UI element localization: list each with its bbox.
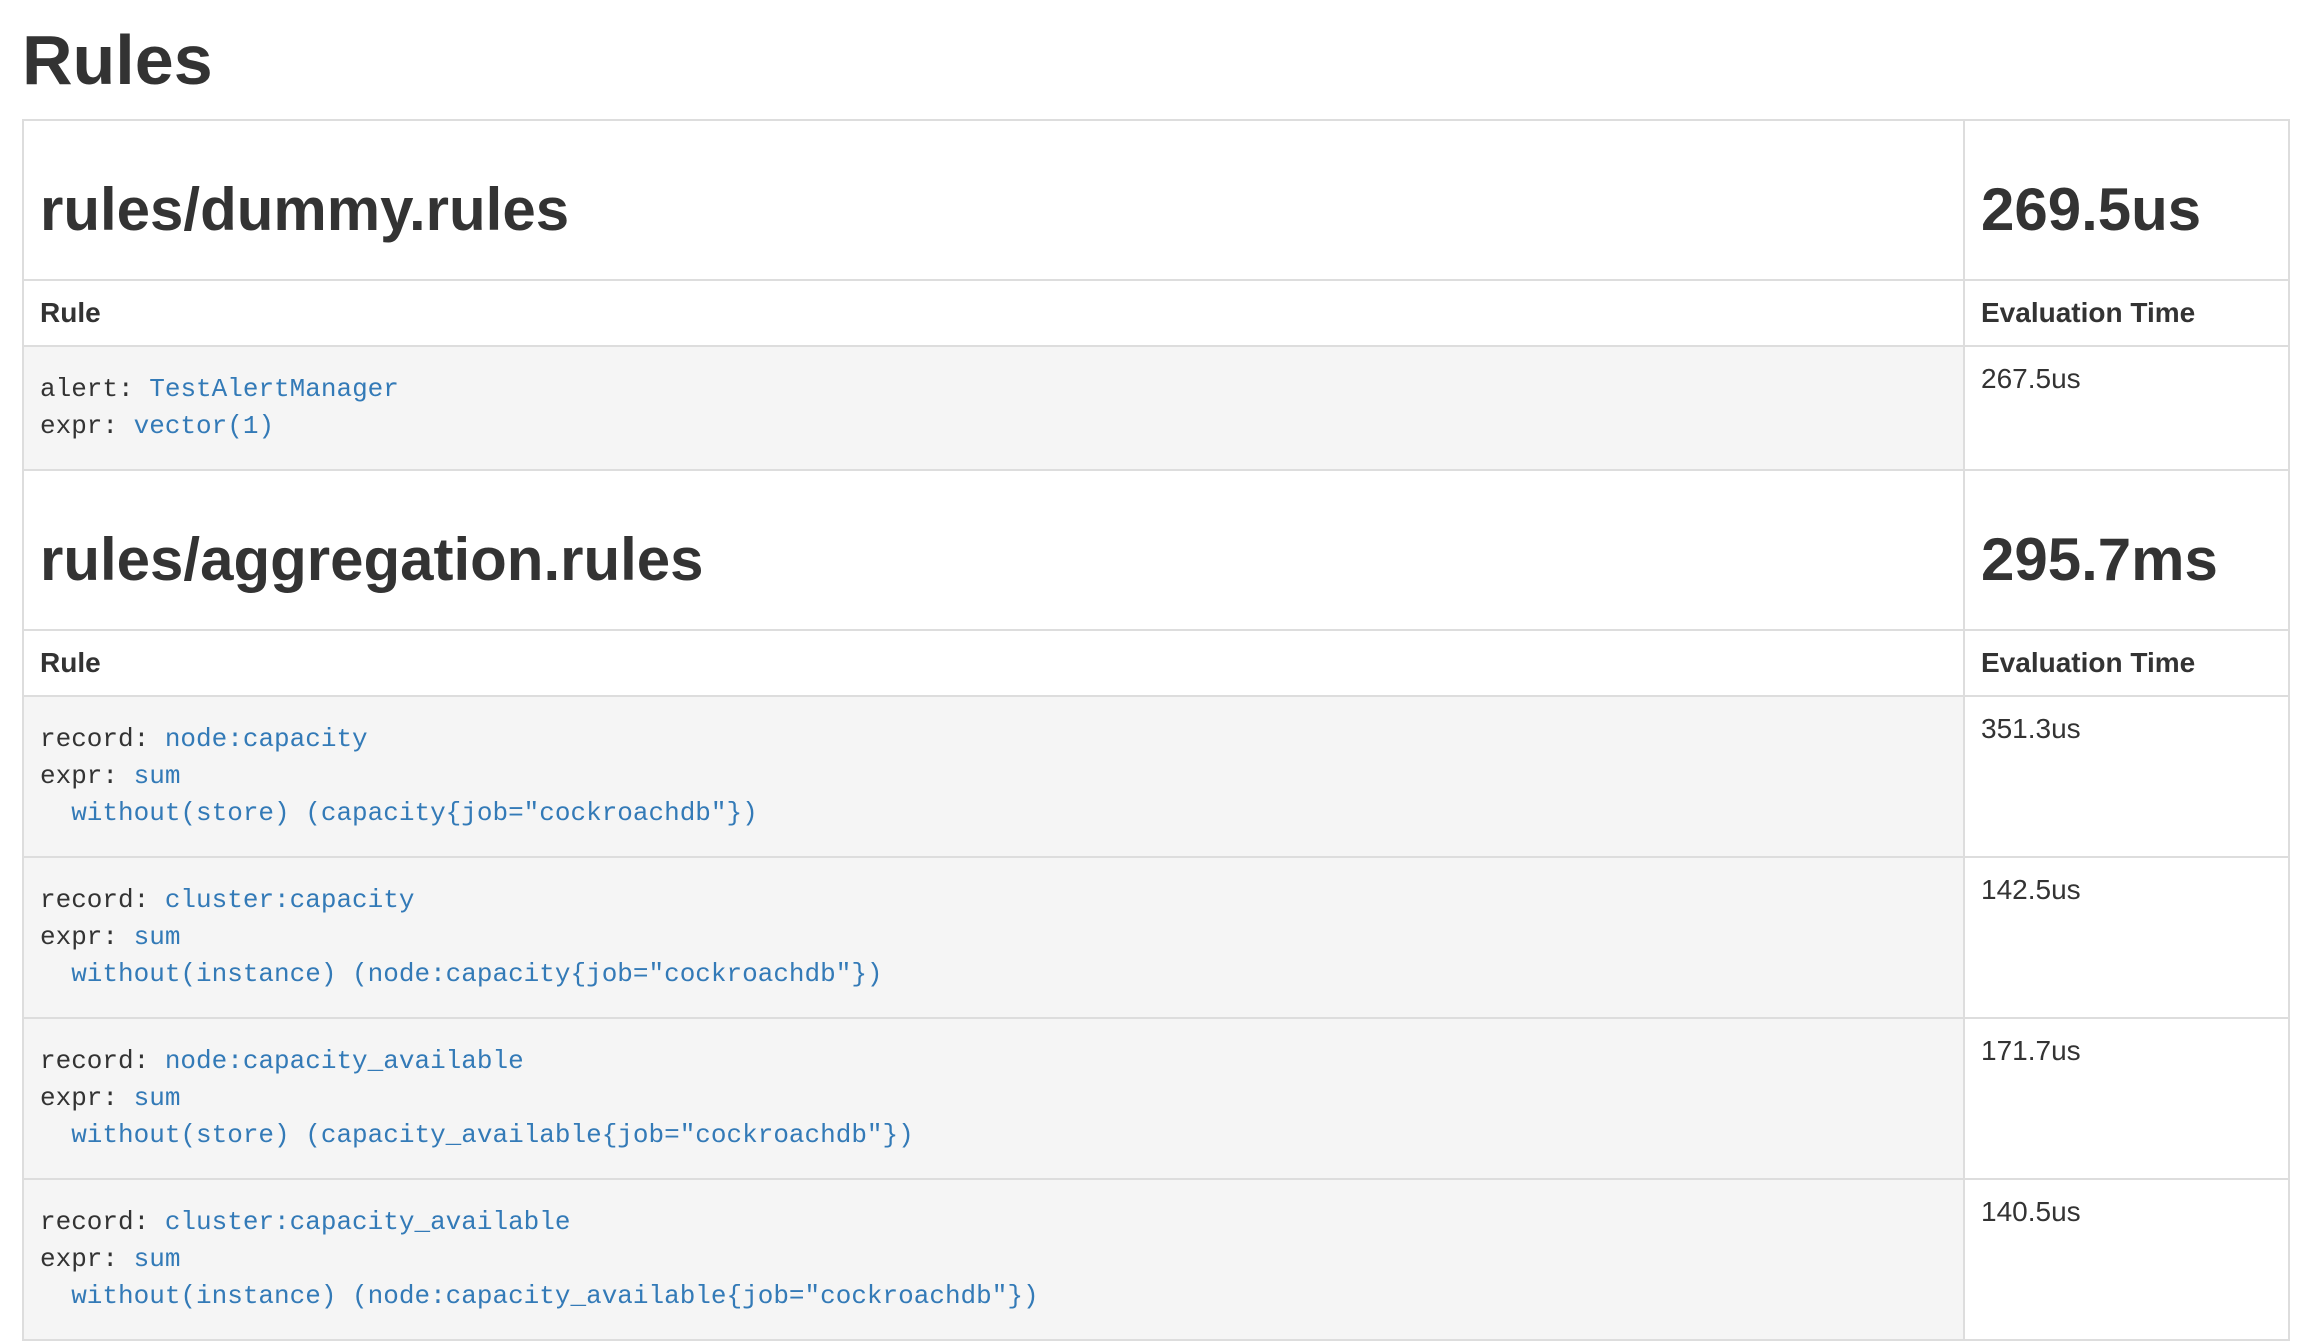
rule-row: record: node:capacity expr: sum without(… [23, 696, 2289, 857]
rule-evaluation-time: 142.5us [1964, 857, 2289, 1018]
evaluation-time-column-header: Evaluation Time [1964, 630, 2289, 696]
rule-type-label: alert: [40, 374, 134, 404]
rule-definition: record: node:capacity expr: sum without(… [40, 707, 1947, 846]
rules-table: rules/dummy.rules 269.5us Rule Evaluatio… [22, 119, 2290, 1341]
rule-type-label: record: [40, 1207, 149, 1237]
rule-expr-link[interactable]: sum without(store) (capacity_available{j… [40, 1083, 914, 1150]
rules-table-body: rules/dummy.rules 269.5us Rule Evaluatio… [23, 120, 2289, 1340]
rule-definition: alert: TestAlertManager expr: vector(1) [40, 357, 1947, 459]
evaluation-time-column-header: Evaluation Time [1964, 280, 2289, 346]
rule-expr-link[interactable]: sum without(instance) (node:capacity_ava… [40, 1244, 1039, 1311]
rule-row: record: cluster:capacity expr: sum witho… [23, 857, 2289, 1018]
rule-row: record: cluster:capacity_available expr:… [23, 1179, 2289, 1340]
rule-definition: record: cluster:capacity expr: sum witho… [40, 868, 1947, 1007]
rule-row: record: node:capacity_available expr: su… [23, 1018, 2289, 1179]
expr-label: expr: [40, 922, 118, 952]
rule-column-header: Rule [23, 280, 1964, 346]
rule-expr-link[interactable]: vector(1) [134, 411, 274, 441]
rule-type-label: record: [40, 885, 149, 915]
group-evaluation-time: 269.5us [1981, 177, 2272, 243]
rule-row: alert: TestAlertManager expr: vector(1) … [23, 346, 2289, 470]
rule-cell: record: cluster:capacity_available expr:… [23, 1179, 1964, 1340]
expr-label: expr: [40, 1244, 118, 1274]
rule-name-link[interactable]: cluster:capacity_available [165, 1207, 571, 1237]
rule-group-file: rules/aggregation.rules [40, 527, 1947, 593]
expr-label: expr: [40, 411, 118, 441]
column-header-row: Rule Evaluation Time [23, 280, 2289, 346]
rule-expr-link[interactable]: sum without(store) (capacity{job="cockro… [40, 761, 758, 828]
rule-cell: record: node:capacity expr: sum without(… [23, 696, 1964, 857]
rule-group-header-row: rules/dummy.rules 269.5us [23, 120, 2289, 280]
rule-evaluation-time: 267.5us [1964, 346, 2289, 470]
rule-group-file: rules/dummy.rules [40, 177, 1947, 243]
rule-type-label: record: [40, 1046, 149, 1076]
rule-group-file-cell: rules/dummy.rules [23, 120, 1964, 280]
column-header-row: Rule Evaluation Time [23, 630, 2289, 696]
rule-cell: record: cluster:capacity expr: sum witho… [23, 857, 1964, 1018]
rule-name-link[interactable]: cluster:capacity [165, 885, 415, 915]
rule-expr-link[interactable]: sum without(instance) (node:capacity{job… [40, 922, 883, 989]
rule-evaluation-time: 351.3us [1964, 696, 2289, 857]
rule-cell: record: node:capacity_available expr: su… [23, 1018, 1964, 1179]
rule-column-header: Rule [23, 630, 1964, 696]
rule-cell: alert: TestAlertManager expr: vector(1) [23, 346, 1964, 470]
rule-group-time-cell: 295.7ms [1964, 470, 2289, 630]
expr-label: expr: [40, 761, 118, 791]
rules-page: Rules rules/dummy.rules 269.5us Rule Eva… [0, 22, 2316, 1341]
rule-definition: record: cluster:capacity_available expr:… [40, 1190, 1947, 1329]
rule-group-header-row: rules/aggregation.rules 295.7ms [23, 470, 2289, 630]
rule-name-link[interactable]: TestAlertManager [149, 374, 399, 404]
rule-group-file-cell: rules/aggregation.rules [23, 470, 1964, 630]
rule-name-link[interactable]: node:capacity_available [165, 1046, 524, 1076]
page-title: Rules [22, 22, 2290, 99]
rule-definition: record: node:capacity_available expr: su… [40, 1029, 1947, 1168]
rule-type-label: record: [40, 724, 149, 754]
expr-label: expr: [40, 1083, 118, 1113]
group-evaluation-time: 295.7ms [1981, 527, 2272, 593]
rule-name-link[interactable]: node:capacity [165, 724, 368, 754]
rule-evaluation-time: 171.7us [1964, 1018, 2289, 1179]
rule-group-time-cell: 269.5us [1964, 120, 2289, 280]
rule-evaluation-time: 140.5us [1964, 1179, 2289, 1340]
